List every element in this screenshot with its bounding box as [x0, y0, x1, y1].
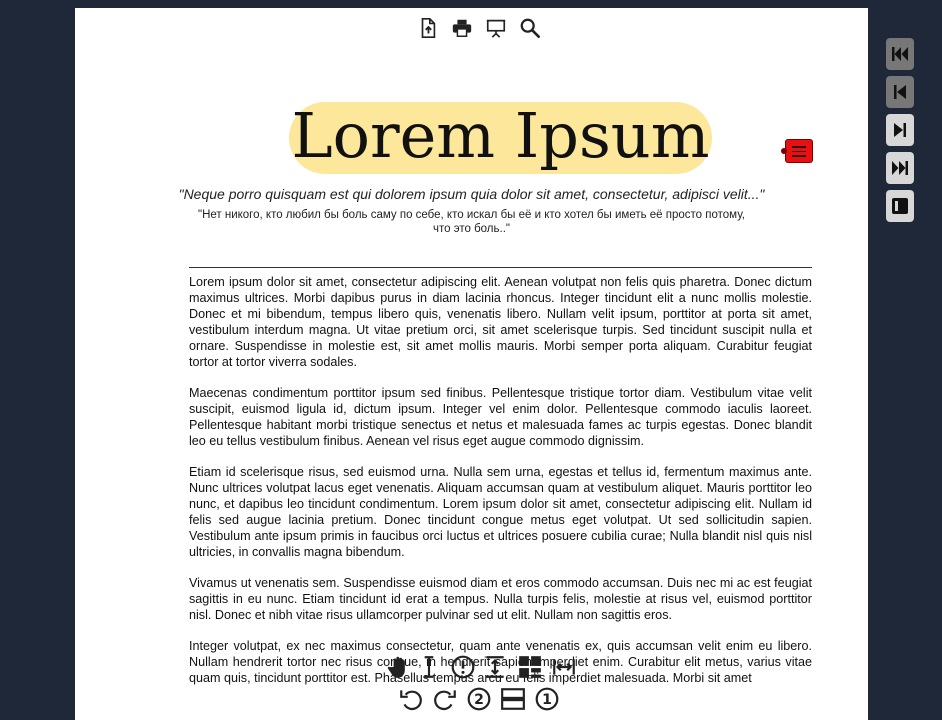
two-page-label: 2 [474, 692, 484, 708]
document-page: Lorem Ipsum "Neque porro quisquam est qu… [75, 8, 868, 720]
previous-page-icon [894, 85, 906, 99]
upload-icon[interactable] [415, 15, 441, 41]
bottom-toolbar: 2 1 [384, 652, 584, 718]
print-icon[interactable] [449, 15, 475, 41]
rotate-right-icon[interactable] [430, 684, 460, 714]
last-page-icon [892, 161, 908, 175]
thumbnails-icon[interactable] [515, 652, 545, 682]
paragraph: Lorem ipsum dolor sit amet, consectetur … [189, 275, 812, 370]
fit-width-icon[interactable] [549, 652, 579, 682]
sidebar-toggle-button[interactable] [886, 190, 914, 222]
rotate-left-icon[interactable] [396, 684, 426, 714]
presentation-icon[interactable] [483, 15, 509, 41]
next-page-icon [894, 123, 906, 137]
first-page-button[interactable] [886, 38, 914, 70]
first-page-icon [892, 47, 908, 61]
top-toolbar [415, 14, 543, 42]
divider [189, 267, 812, 268]
page-title: Lorem Ipsum [291, 99, 710, 172]
scroll-mode-icon[interactable] [498, 684, 528, 714]
paragraph: Maecenas condimentum porttitor ipsum sed… [189, 386, 812, 449]
annotation-icon[interactable] [448, 652, 478, 682]
hand-tool-icon[interactable] [384, 652, 414, 682]
paragraph: Vivamus ut venenatis sem. Suspendisse eu… [189, 576, 812, 623]
two-page-icon[interactable]: 2 [464, 684, 494, 714]
single-page-label: 1 [542, 692, 552, 708]
quote-latin: "Neque porro quisquam est qui dolorem ip… [178, 186, 765, 202]
text-select-icon[interactable] [414, 652, 444, 682]
previous-page-button[interactable] [886, 76, 914, 108]
search-icon[interactable] [517, 15, 543, 41]
document-body: Lorem ipsum dolor sit amet, consectetur … [189, 274, 812, 701]
quote-russian: "Нет никого, кто любил бы боль саму по с… [197, 209, 745, 235]
last-page-button[interactable] [886, 152, 914, 184]
paragraph: Etiam id scelerisque risus, sed euismod … [189, 464, 812, 560]
next-page-button[interactable] [886, 114, 914, 146]
bookmark-icon[interactable] [781, 139, 813, 163]
fit-height-icon[interactable] [480, 652, 510, 682]
sidebar-toggle-icon [892, 198, 908, 214]
single-page-icon[interactable]: 1 [532, 684, 562, 714]
